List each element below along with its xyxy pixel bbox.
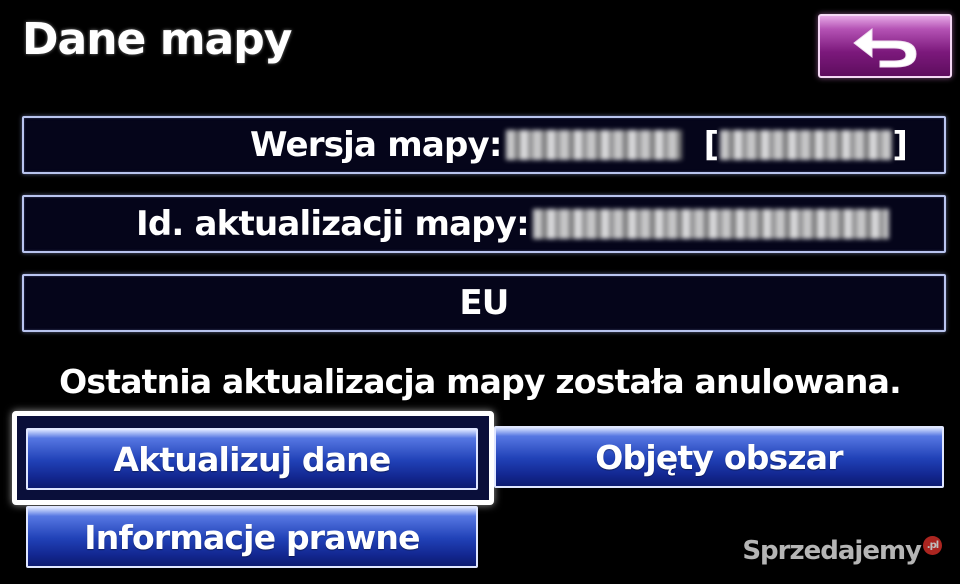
- legal-info-button[interactable]: Informacje prawne: [26, 506, 478, 568]
- covered-area-button[interactable]: Objęty obszar: [494, 426, 944, 488]
- watermark-badge: .pl: [923, 536, 942, 555]
- map-update-id-label: Id. aktualizacji mapy:: [136, 204, 530, 244]
- update-data-button[interactable]: Aktualizuj dane: [26, 428, 478, 490]
- region-value: EU: [459, 283, 509, 323]
- map-version-bracket-close: ]: [892, 125, 908, 165]
- page-title: Dane mapy: [22, 14, 292, 65]
- back-button[interactable]: [818, 14, 952, 78]
- region-box: EU: [22, 274, 946, 332]
- map-version-date-redacted: [720, 130, 893, 160]
- map-version-bracket-open: [: [703, 125, 720, 165]
- watermark: Sprzedajemy .pl: [742, 536, 942, 566]
- map-version-value-redacted: [505, 130, 682, 160]
- status-message: Ostatnia aktualizacja mapy została anulo…: [59, 362, 902, 401]
- map-update-id-value-redacted: [532, 209, 889, 239]
- map-version-label: Wersja mapy:: [250, 125, 502, 165]
- back-arrow-icon: [853, 27, 917, 68]
- map-data-screen: Dane mapy Wersja mapy: [ ] Id. aktualiza…: [0, 0, 960, 584]
- watermark-text: Sprzedajemy: [742, 536, 922, 566]
- map-update-id-box: Id. aktualizacji mapy:: [22, 195, 946, 253]
- map-version-box: Wersja mapy: [ ]: [22, 116, 946, 174]
